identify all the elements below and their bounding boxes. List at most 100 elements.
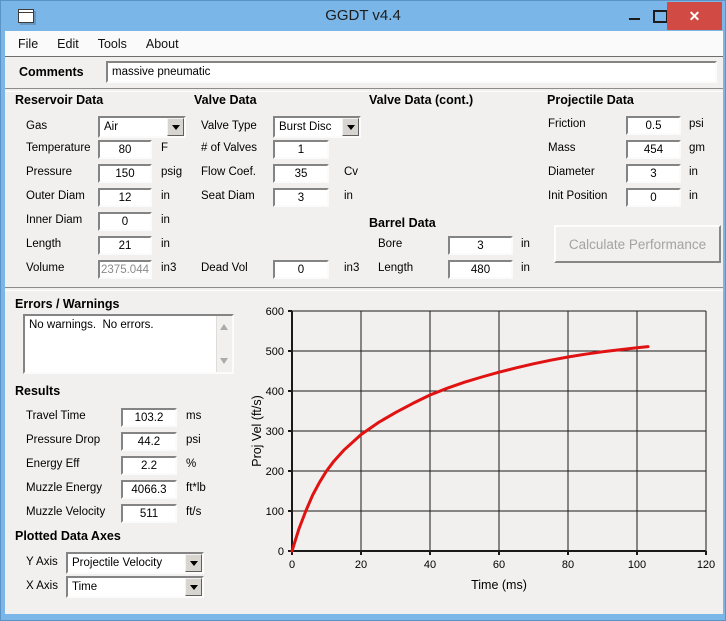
field-unit-init-position: in (689, 190, 698, 202)
field-input-temperature[interactable] (98, 140, 152, 159)
velocity-curve (292, 347, 648, 551)
field-unit-travel-time: ms (186, 410, 201, 422)
close-icon: ✕ (689, 9, 701, 23)
field-label-travel-time: Travel Time (26, 410, 86, 422)
field-input-bore[interactable] (448, 236, 513, 255)
menu-file[interactable]: File (15, 35, 41, 53)
field-label-bore: Bore (378, 238, 402, 250)
separator (5, 88, 723, 92)
field-input-friction[interactable] (626, 116, 681, 135)
combo-gas[interactable]: Air (98, 116, 186, 138)
field-label-gas: Gas (26, 120, 47, 132)
chart-xtick-label: 60 (493, 559, 505, 571)
field-label-energy-eff: Energy Eff (26, 458, 80, 470)
field-unit-friction: psi (689, 118, 704, 130)
field-input-mass[interactable] (626, 140, 681, 159)
field-unit-volume: in3 (161, 262, 176, 274)
field-label-y-axis: Y Axis (26, 556, 58, 568)
field-input-length[interactable] (448, 260, 513, 279)
field-label-pressure-drop: Pressure Drop (26, 434, 100, 446)
field-label-diameter: Diameter (548, 166, 595, 178)
field-label-flow-coef: Flow Coef. (201, 166, 256, 178)
field-label-dead-vol: Dead Vol (201, 262, 248, 274)
dropdown-arrow-button[interactable] (185, 578, 202, 596)
field-input-muzzle-velocity[interactable] (121, 504, 177, 523)
field-label-length: Length (378, 262, 413, 274)
field-label-x-axis: X Axis (26, 580, 58, 592)
menu-tools[interactable]: Tools (95, 35, 130, 53)
combo-value-y-axis: Projectile Velocity (68, 554, 185, 572)
field-label-valve-type: Valve Type (201, 120, 257, 132)
field-input-energy-eff[interactable] (121, 456, 177, 475)
field-unit-mass: gm (689, 142, 705, 154)
field-label-muzzle-velocity: Muzzle Velocity (26, 506, 105, 518)
field-unit-outer-diam: in (161, 190, 170, 202)
field-label-mass: Mass (548, 142, 575, 154)
errors-warnings-text: No warnings. No errors. (29, 319, 154, 331)
field-unit-flow-coef: Cv (344, 166, 358, 178)
chart-xtick-label: 80 (562, 559, 574, 571)
combo-x-axis[interactable]: Time (66, 576, 204, 598)
errors-warnings-box: No warnings. No errors. (23, 314, 234, 374)
field-label-init-position: Init Position (548, 190, 607, 202)
chart-ytick-label: 600 (266, 306, 284, 318)
chart-ytick-label: 0 (278, 546, 284, 558)
field-label-of-valves: # of Valves (201, 142, 257, 154)
velocity-chart: 0204060801001200100200300400500600Time (… (249, 299, 723, 609)
field-label-inner-diam: Inner Diam (26, 214, 82, 226)
comments-input[interactable] (106, 61, 717, 83)
field-input-init-position[interactable] (626, 188, 681, 207)
scrollbar-down-icon[interactable] (220, 358, 228, 368)
chart-xtick-label: 0 (289, 559, 295, 571)
field-input-length[interactable] (98, 236, 152, 255)
form-body: File Edit Tools About Comments Calculate… (5, 31, 723, 614)
field-input-flow-coef[interactable] (273, 164, 329, 183)
field-unit-seat-diam: in (344, 190, 353, 202)
chart-ytick-label: 300 (266, 426, 284, 438)
field-input-volume (98, 260, 152, 279)
menu-edit[interactable]: Edit (54, 35, 82, 53)
combo-y-axis[interactable]: Projectile Velocity (66, 552, 204, 574)
scrollbar-up-icon[interactable] (220, 320, 228, 330)
dropdown-arrow-button[interactable] (185, 554, 202, 572)
calculate-performance-button[interactable]: Calculate Performance (554, 225, 721, 263)
field-input-diameter[interactable] (626, 164, 681, 183)
field-input-of-valves[interactable] (273, 140, 329, 159)
field-label-outer-diam: Outer Diam (26, 190, 85, 202)
minimize-button[interactable] (619, 1, 649, 31)
field-input-travel-time[interactable] (121, 408, 177, 427)
field-input-pressure[interactable] (98, 164, 152, 183)
field-label-volume: Volume (26, 262, 64, 274)
field-unit-diameter: in (689, 166, 698, 178)
maximize-icon (653, 10, 668, 23)
window-title: GGDT v4.4 (1, 7, 725, 24)
chevron-down-icon (347, 125, 355, 134)
dropdown-arrow-button[interactable] (342, 118, 359, 136)
section-title-reservoir-data: Reservoir Data (15, 93, 103, 107)
section-title-barrel-data: Barrel Data (369, 216, 436, 230)
errors-scrollbar[interactable] (216, 316, 232, 372)
dropdown-arrow-button[interactable] (167, 118, 184, 136)
field-input-seat-diam[interactable] (273, 188, 329, 207)
field-label-length: Length (26, 238, 61, 250)
field-unit-inner-diam: in (161, 214, 170, 226)
close-button[interactable]: ✕ (667, 2, 722, 30)
field-input-outer-diam[interactable] (98, 188, 152, 207)
field-input-dead-vol[interactable] (273, 260, 329, 279)
section-title-valve-data: Valve Data (194, 93, 257, 107)
field-unit-bore: in (521, 238, 530, 250)
combo-valve-type[interactable]: Burst Disc (273, 116, 361, 138)
chart-ytick-label: 500 (266, 346, 284, 358)
field-input-inner-diam[interactable] (98, 212, 152, 231)
separator (5, 287, 723, 291)
field-input-muzzle-energy[interactable] (121, 480, 177, 499)
field-label-pressure: Pressure (26, 166, 72, 178)
field-label-friction: Friction (548, 118, 586, 130)
menu-about[interactable]: About (143, 35, 182, 53)
chevron-down-icon (190, 585, 198, 594)
plotted-data-axes-title: Plotted Data Axes (15, 529, 121, 543)
field-unit-muzzle-velocity: ft/s (186, 506, 201, 518)
chart-y-axis-title: Proj Vel (ft/s) (250, 395, 264, 467)
combo-value-gas: Air (100, 118, 167, 136)
field-input-pressure-drop[interactable] (121, 432, 177, 451)
